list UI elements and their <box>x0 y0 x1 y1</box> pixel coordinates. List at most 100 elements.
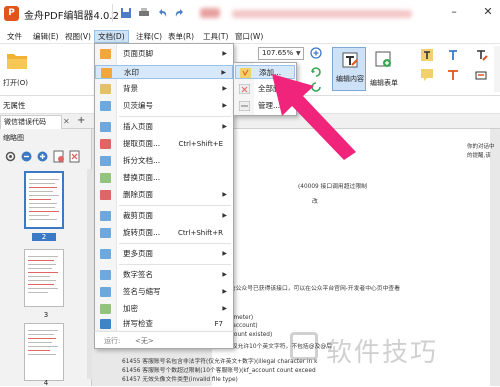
menu-item-crop-pages[interactable]: 裁剪页面 ▶ <box>95 209 233 223</box>
page-number-2: 2 <box>32 233 56 241</box>
ribbon-scroll[interactable] <box>494 46 500 92</box>
menu-item-sign-initials[interactable]: 签名与缩写 ▶ <box>95 285 233 299</box>
shortcut-label: Ctrl+Shift+R <box>178 229 223 237</box>
menu-item-delete-pages[interactable]: 删除页面 ▶ <box>95 188 233 202</box>
menu-view[interactable]: 视图(V) <box>62 30 94 43</box>
redo-icon[interactable] <box>174 7 186 19</box>
menu-item-label: 拆分文档... <box>123 156 161 165</box>
close-icon[interactable]: ✕ <box>480 4 496 20</box>
title-bar: P 金舟PDF编辑器4.0.2 – ✕ <box>0 0 500 28</box>
delete-pages-icon <box>100 190 111 200</box>
menu-item-label: 替换页面... <box>123 173 161 182</box>
submenu-arrow-icon: ▶ <box>222 271 227 278</box>
menu-item-label: 背景 <box>123 84 138 93</box>
undo-icon[interactable] <box>156 7 168 19</box>
menu-item-extract-pages[interactable]: 提取页面... Ctrl+Shift+E <box>95 137 233 151</box>
page-thumbnail-3[interactable] <box>24 249 64 307</box>
page-thumbnail-4[interactable] <box>24 323 64 381</box>
link-tool-icon[interactable] <box>474 68 488 82</box>
submenu-arrow-icon: ▶ <box>222 305 227 312</box>
insert-page-icon[interactable] <box>52 150 65 163</box>
watermark-icon <box>101 68 112 78</box>
textbox-tool-icon[interactable] <box>446 48 460 62</box>
submenu-arrow-icon: ▶ <box>222 85 227 92</box>
menu-item-replace-pages[interactable]: 替换页面... <box>95 171 233 185</box>
text-tool-icon[interactable] <box>420 48 434 62</box>
digital-signature-icon <box>100 270 111 280</box>
menu-item-split-document[interactable]: 拆分文档... <box>95 154 233 168</box>
menu-file[interactable]: 文件 <box>4 30 25 43</box>
shortcut-label: F7 <box>214 320 223 328</box>
menu-document[interactable]: 文档(D) <box>94 30 129 43</box>
menu-item-label: 删除页面 <box>123 190 153 199</box>
new-tab-icon[interactable]: + <box>77 115 85 126</box>
menu-item-rotate-pages[interactable]: 旋转页面... Ctrl+Shift+R <box>95 226 233 240</box>
thumbnail-panel-title: 缩略图 <box>3 134 24 142</box>
open-label[interactable]: 打开(O) <box>3 78 28 88</box>
submenu-arrow-icon: ▶ <box>222 212 227 219</box>
bates-numbering-icon <box>100 101 111 111</box>
rotate-pages-icon <box>100 228 111 238</box>
edit-form-label[interactable]: 编辑表单 <box>370 78 398 88</box>
menu-edit[interactable]: 编辑(E) <box>30 30 62 43</box>
submenu-arrow-icon: ▶ <box>222 250 227 257</box>
submenu-arrow-icon: ▶ <box>222 50 227 57</box>
highlight-tool-icon[interactable] <box>474 48 488 62</box>
doc-text-line: 61456 客服账号个数超过限制(10个客服账号)(kf_account cou… <box>122 368 316 374</box>
menu-window[interactable]: 窗口(W) <box>232 30 266 43</box>
menu-tools[interactable]: 工具(T) <box>200 30 231 43</box>
app-logo: P <box>4 6 19 21</box>
encrypt-icon <box>100 304 111 314</box>
menu-comment[interactable]: 注释(C) <box>133 30 165 43</box>
header-footer-icon <box>100 49 111 59</box>
typewriter-tool-icon[interactable] <box>446 68 460 82</box>
doc-text-line: 微信公众号已获得该接口，可以在公众平台官网-开发者中心页中查看 <box>224 286 400 292</box>
submenu-arrow-icon: ▶ <box>222 191 227 198</box>
menu-item-watermark[interactable]: 水印 ▶ <box>95 65 233 79</box>
doc-text-line: (40009 接口调用超过限制 <box>298 184 367 190</box>
minimize-icon[interactable]: – <box>446 4 462 20</box>
menu-item-label: 拼写检查 <box>123 319 153 328</box>
document-tab[interactable]: 微信错误代码 <box>0 115 62 129</box>
insert-pages-icon <box>100 122 111 132</box>
menu-item-label: 水印 <box>124 68 139 77</box>
page-thumbnail-2[interactable] <box>24 171 64 229</box>
save-icon[interactable] <box>120 7 132 19</box>
print-icon[interactable] <box>138 7 150 19</box>
tab-close-icon[interactable]: ✕ <box>63 117 70 126</box>
menu-item-insert-pages[interactable]: 插入页面 ▶ <box>95 120 233 134</box>
menu-item-label: 提取页面... <box>123 139 161 148</box>
watermark-text: 软件技巧 <box>326 338 439 368</box>
pointer-arrow-icon <box>272 74 356 160</box>
menu-item-label: 贝茨编号 <box>123 101 153 110</box>
zoom-in-icon[interactable] <box>310 47 322 59</box>
background-icon <box>100 84 111 94</box>
menu-item-more-pages[interactable]: 更多页面 ▶ <box>95 247 233 261</box>
menu-item-bates-numbering[interactable]: 贝茨编号 ▶ <box>95 99 233 113</box>
zoom-out-icon[interactable] <box>20 150 33 163</box>
remove-watermark-icon <box>239 84 250 94</box>
callout-tool-icon[interactable] <box>420 68 434 82</box>
document-icon-blurred <box>200 8 220 18</box>
menu-item-label: 更多页面 <box>123 249 153 258</box>
zoom-in-icon[interactable] <box>36 150 49 163</box>
edit-form-icon[interactable] <box>374 50 392 68</box>
submenu-arrow-icon: ▶ <box>222 288 227 295</box>
menu-item-header-footer[interactable]: 页面页脚 ▶ <box>95 47 233 61</box>
document-menu: 页面页脚 ▶ 水印 ▶ 背景 ▶ 贝茨编号 ▶ 插入页面 ▶ 提取页面... C… <box>94 43 234 332</box>
open-folder-icon[interactable] <box>6 50 28 70</box>
menu-form[interactable]: 表单(R) <box>165 30 197 43</box>
crop-pages-icon <box>100 211 111 221</box>
app-title: 金舟PDF编辑器4.0.2 <box>24 11 119 22</box>
menu-item-digital-signature[interactable]: 数字签名 ▶ <box>95 268 233 282</box>
menu-item-spell-check[interactable]: 拼写检查 F7 <box>95 317 233 331</box>
menu-item-background[interactable]: 背景 ▶ <box>95 82 233 96</box>
submenu-arrow-icon: ▶ <box>222 102 227 109</box>
doc-text-line: 61455 客服账号名包含非法字符(仅允许英文+数字)(illegal char… <box>122 359 318 365</box>
settings-icon[interactable] <box>4 150 17 163</box>
delete-page-icon[interactable] <box>68 150 81 163</box>
zoom-dropdown-icon[interactable]: ▼ <box>296 47 301 60</box>
run-value-select[interactable]: <无> <box>135 336 154 346</box>
menu-item-encrypt[interactable]: 加密 ▶ <box>95 302 233 316</box>
spell-check-icon <box>100 319 111 329</box>
